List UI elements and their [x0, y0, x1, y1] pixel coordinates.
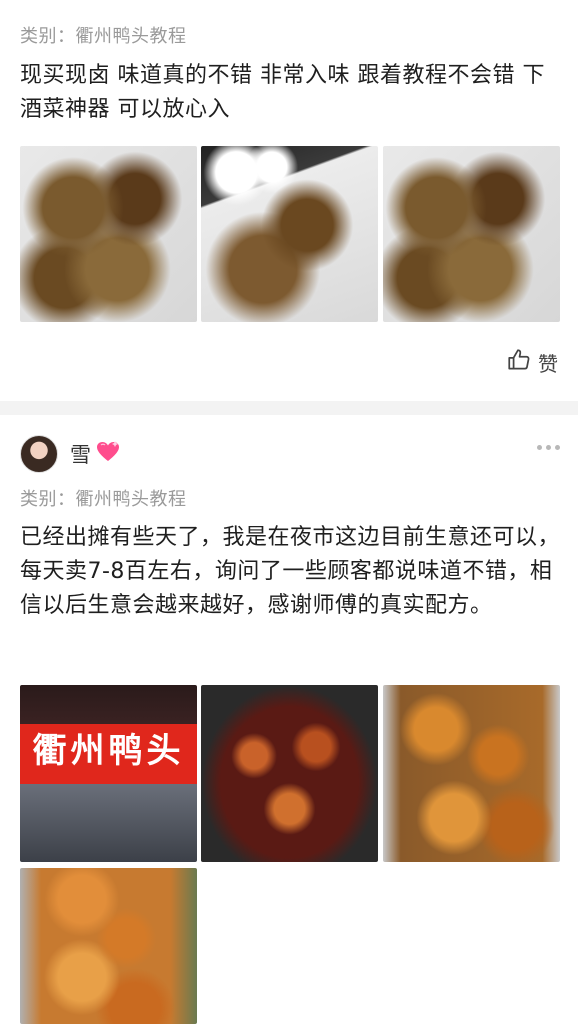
- username[interactable]: 雪: [70, 439, 121, 469]
- more-dots-icon: [546, 445, 551, 450]
- post-card: 雪 类别：衢州鸭头教程 已经出摊有些天了，我是在夜市这边目前生意还可以，每天卖7…: [0, 415, 578, 1024]
- username-text: 雪: [70, 443, 91, 467]
- sparkling-heart-icon: [95, 440, 121, 469]
- post-photo[interactable]: 衢州鸭头: [20, 685, 197, 862]
- like-label: 赞: [538, 351, 558, 376]
- post-photo[interactable]: [201, 146, 378, 322]
- more-dots-icon: [537, 445, 542, 450]
- post-photo[interactable]: [20, 868, 197, 1024]
- post-photo[interactable]: [383, 685, 560, 862]
- post-body: 现买现卤 味道真的不错 非常入味 跟着教程不会错 下酒菜神器 可以放心入: [20, 63, 545, 122]
- more-dots-icon: [555, 445, 560, 450]
- thumbs-up-icon: [506, 347, 532, 377]
- post-category: 类别：衢州鸭头教程: [20, 489, 187, 510]
- post-photo[interactable]: [20, 146, 197, 322]
- like-button[interactable]: 赞: [506, 347, 558, 377]
- more-options-button[interactable]: [537, 445, 560, 450]
- post-body: 已经出摊有些天了，我是在夜市这边目前生意还可以，每天卖7-8百左右，询问了一些顾…: [20, 525, 561, 618]
- avatar[interactable]: [20, 435, 58, 473]
- post-photo[interactable]: [201, 685, 378, 862]
- post-photo[interactable]: [383, 146, 560, 322]
- post-category: 类别：衢州鸭头教程: [20, 26, 187, 47]
- shop-sign-text: 衢州鸭头: [32, 731, 185, 771]
- post-card: 类别：衢州鸭头教程 现买现卤 味道真的不错 非常入味 跟着教程不会错 下酒菜神器…: [0, 0, 578, 401]
